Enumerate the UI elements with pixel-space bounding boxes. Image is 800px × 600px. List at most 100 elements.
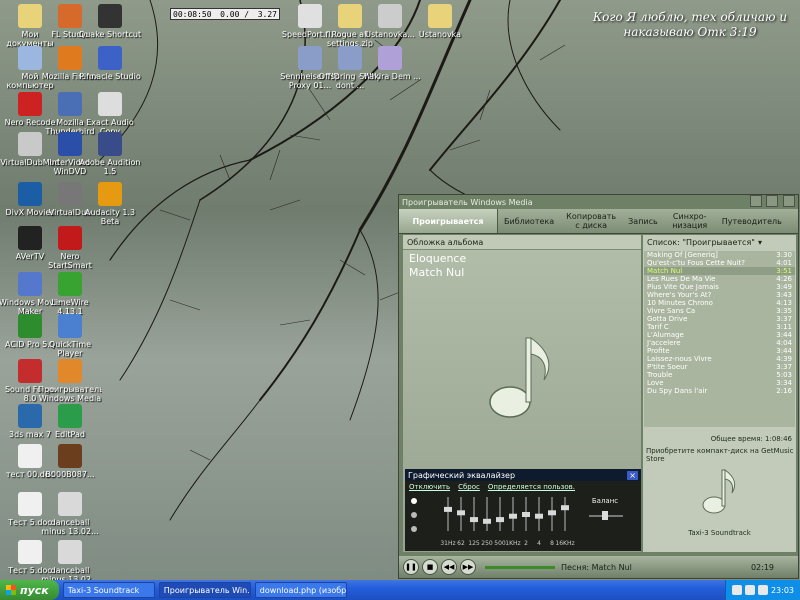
tab-sync[interactable]: Синхро-низация bbox=[664, 209, 716, 233]
track-name: Profite bbox=[647, 347, 670, 355]
playlist-track[interactable]: 10 Minutes Chrono 4:13 bbox=[644, 299, 795, 307]
tab-guide[interactable]: Путеводитель bbox=[716, 209, 788, 233]
eq-disable-link[interactable]: Отключить bbox=[409, 483, 450, 491]
eq-knob[interactable] bbox=[548, 510, 556, 516]
minimize-icon[interactable] bbox=[749, 195, 762, 207]
eq-mode-radio[interactable] bbox=[411, 512, 417, 518]
playlist-track[interactable]: L'Alumage 3:44 bbox=[644, 331, 795, 339]
eq-knob[interactable] bbox=[522, 512, 530, 517]
start-button[interactable]: пуск bbox=[0, 580, 59, 600]
app-icon bbox=[98, 92, 122, 116]
eq-mode-radio[interactable] bbox=[411, 526, 417, 532]
track-name: Laissez-nous Vivre bbox=[647, 355, 712, 363]
eq-close-icon[interactable]: × bbox=[627, 470, 638, 480]
playlist-track[interactable]: Profite 3:44 bbox=[644, 347, 795, 355]
playlist-track[interactable]: J'accelere 4:04 bbox=[644, 339, 795, 347]
desktop-icon[interactable]: danceball minus 13.02... bbox=[38, 492, 102, 536]
maximize-icon[interactable] bbox=[766, 195, 779, 207]
previous-icon[interactable]: ◀◀ bbox=[441, 559, 457, 575]
eq-knob[interactable] bbox=[470, 517, 478, 523]
playlist-track[interactable]: Laissez-nous Vivre 4:39 bbox=[644, 355, 795, 363]
playlist-selector[interactable]: Список: "Проигрывается" bbox=[647, 238, 755, 247]
graphic-equalizer: Графический эквалайзер × Отключить Сброс… bbox=[405, 469, 641, 551]
desktop-icon[interactable]: Pinnacle Studio bbox=[78, 46, 142, 81]
task-download[interactable]: download.php (изобр... bbox=[254, 582, 347, 598]
eq-band-label: 16KHz bbox=[555, 540, 574, 547]
playlist-track[interactable]: Gotta Drive 3:37 bbox=[644, 315, 795, 323]
stop-icon[interactable]: ■ bbox=[422, 559, 438, 575]
balance-knob[interactable] bbox=[602, 511, 608, 520]
eq-knob[interactable] bbox=[561, 505, 569, 511]
desktop-icon[interactable]: EditPad bbox=[38, 404, 102, 439]
music-note-icon bbox=[489, 337, 550, 418]
desktop-icon[interactable]: Проигрыватель Windows Media bbox=[38, 359, 102, 403]
store-link[interactable]: Приобретите компакт-диск на GetMusic Sto… bbox=[646, 447, 796, 463]
tab-library[interactable]: Библиотека bbox=[498, 209, 560, 233]
playlist-track[interactable]: Tarif C 3:11 bbox=[644, 323, 795, 331]
desktop-icon[interactable]: Audacity 1.3 Beta bbox=[78, 182, 142, 226]
desktop-icon[interactable]: Quake Shortcut bbox=[78, 4, 142, 39]
tray-icon[interactable] bbox=[757, 585, 768, 595]
playlist-track[interactable]: Match Nul 3:51 bbox=[644, 267, 795, 275]
eq-band-label: 4 bbox=[537, 540, 541, 547]
desktop-icon[interactable]: Shakira Dem ... bbox=[358, 46, 422, 81]
eq-knob[interactable] bbox=[535, 513, 543, 519]
desktop-icon-label: Adobe Audition 1.5 bbox=[79, 158, 141, 176]
close-icon[interactable] bbox=[783, 195, 795, 207]
mini-player-bar[interactable]: 00:08:50 0.00 / 3.27 bbox=[170, 8, 280, 20]
desktop-icon[interactable]: Ustanovka bbox=[408, 4, 472, 39]
eq-knob[interactable] bbox=[509, 513, 517, 519]
playlist-track[interactable]: Vivre Sans Ca 3:35 bbox=[644, 307, 795, 315]
playlist-track[interactable]: Les Rues De Ma Vie 4:26 bbox=[644, 275, 795, 283]
pause-icon[interactable]: ❚❚ bbox=[403, 559, 419, 575]
playlist-track[interactable]: P'tite Soeur 3:37 bbox=[644, 363, 795, 371]
desktop-icon[interactable]: danceball minus 13.02... bbox=[38, 540, 102, 584]
app-icon bbox=[98, 132, 122, 156]
tray-icon[interactable] bbox=[731, 585, 742, 595]
task-taxi-folder[interactable]: Taxi-3 Soundtrack bbox=[62, 582, 155, 598]
playlist-track[interactable]: Love 3:34 bbox=[644, 379, 795, 387]
track-name: Match Nul bbox=[647, 267, 683, 275]
eq-track bbox=[564, 497, 566, 531]
desktop-icon[interactable]: Adobe Audition 1.5 bbox=[78, 132, 142, 176]
desktop-icon[interactable]: QuickTime Player bbox=[38, 314, 102, 358]
track-time: 3:37 bbox=[776, 363, 792, 371]
tab-rip[interactable]: Копировать с диска bbox=[560, 209, 622, 233]
wmp-title-bar[interactable]: Проигрыватель Windows Media bbox=[399, 195, 798, 209]
playlist-track[interactable]: Qu'est-c'tu Fous Cette Nuit? 4:01 bbox=[644, 259, 795, 267]
tab-burn[interactable]: Запись bbox=[622, 209, 664, 233]
eq-reset-link[interactable]: Сброс bbox=[458, 483, 480, 491]
eq-knob[interactable] bbox=[496, 517, 504, 523]
desktop-icon-label: Nero StartSmart bbox=[48, 252, 92, 270]
eq-band-label: 1KHz bbox=[505, 540, 520, 547]
playlist-track[interactable]: Plus Vite Que Jamais 3:49 bbox=[644, 283, 795, 291]
eq-mode-radio[interactable] bbox=[411, 498, 417, 504]
album-note-icon bbox=[702, 469, 736, 514]
wmp-window: Проигрыватель Windows Media Проигрываетс… bbox=[398, 194, 799, 579]
volume-slider[interactable] bbox=[485, 565, 555, 569]
eq-sliders[interactable]: 31Hz 62 125 250 500 1KHz 2 4 8 16KHz Баланс bbox=[405, 493, 641, 551]
eq-knob[interactable] bbox=[444, 506, 452, 512]
eq-preset-link[interactable]: Определяется пользов. bbox=[488, 483, 575, 491]
tab-now-playing[interactable]: Проигрывается bbox=[399, 209, 498, 233]
desktop-icon[interactable]: LimeWire 4.13.1 bbox=[38, 272, 102, 316]
task-wmp[interactable]: Проигрыватель Win... bbox=[158, 582, 251, 598]
app-icon bbox=[98, 182, 122, 206]
desktop-icon[interactable]: Nero StartSmart bbox=[38, 226, 102, 270]
desktop-icon[interactable]: B000B087... bbox=[38, 444, 102, 479]
playlist-track[interactable]: Trouble 5:03 bbox=[644, 371, 795, 379]
eq-knob[interactable] bbox=[457, 510, 465, 516]
app-icon bbox=[378, 4, 402, 28]
playlist-track[interactable]: Du Spy Dans l'air 2:16 bbox=[644, 387, 795, 395]
song-title: Match Nul bbox=[409, 266, 465, 279]
next-icon[interactable]: ▶▶ bbox=[460, 559, 476, 575]
eq-knob[interactable] bbox=[483, 518, 491, 524]
track-time: 4:26 bbox=[776, 275, 792, 283]
chevron-down-icon[interactable]: ▾ bbox=[758, 238, 762, 247]
playlist-track[interactable]: Where's Your's At? 3:43 bbox=[644, 291, 795, 299]
tray-icon[interactable] bbox=[744, 585, 755, 595]
track-time: 3:37 bbox=[776, 315, 792, 323]
album-art-label[interactable]: Обложка альбома bbox=[407, 238, 483, 247]
playlist-track[interactable]: Making Of [Generiq] 3:30 bbox=[644, 251, 795, 259]
desktop-icon[interactable]: Exact Audio Copy bbox=[78, 92, 142, 136]
